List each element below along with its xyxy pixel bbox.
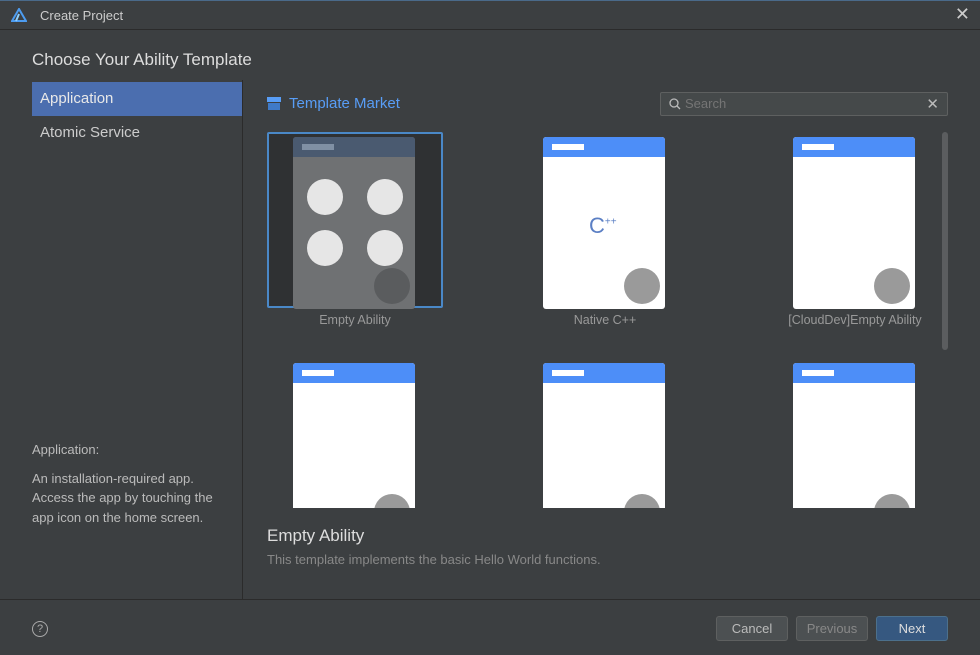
template-market-header: Template Market <box>267 95 400 112</box>
template-market-title: Template Market <box>289 95 400 112</box>
template-label: [CloudDev]Empty Ability <box>788 313 922 327</box>
previous-button[interactable]: Previous <box>796 616 868 641</box>
footer: ? Cancel Previous Next <box>0 599 980 655</box>
selected-template-description: This template implements the basic Hello… <box>267 552 601 567</box>
selected-template-title: Empty Ability <box>267 526 365 545</box>
cpp-icon: C++ <box>589 213 617 238</box>
sidebar-description: Application: An installation-required ap… <box>32 440 232 527</box>
sidebar-item-atomic-service[interactable]: Atomic Service <box>32 116 242 150</box>
search-icon <box>669 97 681 114</box>
template-badge-icon <box>624 494 660 508</box>
store-icon <box>267 96 281 110</box>
clear-search-icon[interactable]: ✕ <box>926 95 939 113</box>
template-thumbnail <box>793 137 915 309</box>
template-thumbnail: C++ <box>543 137 665 309</box>
tablet-icon <box>367 179 403 215</box>
description-text: An installation-required app. Access the… <box>32 470 213 525</box>
template-label: Native C++ <box>573 313 637 327</box>
app-logo-icon <box>10 7 28 25</box>
search-box[interactable]: ✕ <box>660 92 948 116</box>
template-grid: Empty Ability C++ Native C++ [CloudDev]E… <box>262 128 940 508</box>
description-title: Application: <box>32 442 100 457</box>
cancel-button[interactable]: Cancel <box>716 616 788 641</box>
window-title: Create Project <box>40 8 124 23</box>
page-title: Choose Your Ability Template <box>32 50 252 69</box>
title-bar: Create Project ✕ <box>0 0 980 30</box>
phone-icon <box>307 179 343 215</box>
search-input[interactable] <box>685 96 915 111</box>
help-icon[interactable]: ? <box>32 621 48 637</box>
tv-icon <box>307 230 343 266</box>
template-badge-icon <box>874 494 910 508</box>
template-label: Empty Ability <box>319 313 391 327</box>
sidebar: Application Atomic Service Application: … <box>0 80 243 599</box>
close-icon[interactable]: ✕ <box>955 4 970 25</box>
car-icon <box>367 230 403 266</box>
template-thumbnail <box>293 137 415 309</box>
sidebar-item-application[interactable]: Application <box>32 82 242 116</box>
cloud-phone-icon <box>874 268 910 304</box>
next-button[interactable]: Next <box>876 616 948 641</box>
template-scrollbar[interactable] <box>942 132 948 350</box>
ability-badge-icon <box>374 268 410 304</box>
template-badge-icon <box>374 494 410 508</box>
ability-badge-icon <box>624 268 660 304</box>
